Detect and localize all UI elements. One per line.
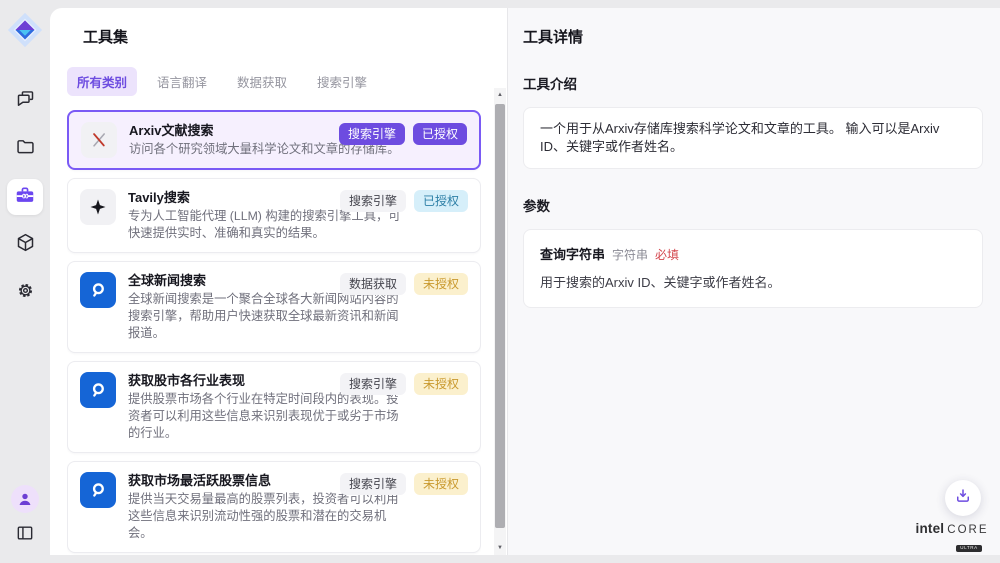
tab-3[interactable]: 搜索引擎 xyxy=(307,67,377,96)
star-icon xyxy=(80,189,116,225)
left-rail xyxy=(0,0,50,555)
intro-heading: 工具介绍 xyxy=(523,73,982,93)
rail-item-settings[interactable] xyxy=(7,275,43,311)
param-required-badge: 必填 xyxy=(655,246,679,263)
tool-card[interactable]: Arxiv文献搜索 访问各个研究领域大量科学论文和文章的存储库。 搜索引擎 已授… xyxy=(67,110,481,170)
blueq-icon xyxy=(80,372,116,408)
scroll-down-button[interactable]: ▼ xyxy=(494,541,506,555)
category-badge: 搜索引擎 xyxy=(340,373,406,395)
tab-0[interactable]: 所有类别 xyxy=(67,67,137,96)
category-badge: 数据获取 xyxy=(340,273,406,295)
tool-card[interactable]: 获取市场最活跃股票信息 提供当天交易量最高的股票列表，投资者可以利用这些信息来识… xyxy=(67,461,481,553)
rail-item-toolbox[interactable] xyxy=(7,179,43,215)
auth-status-badge: 已授权 xyxy=(413,123,467,145)
tool-badges: 搜索引擎 未授权 xyxy=(340,373,468,395)
tool-list-pane: 工具集 所有类别语言翻译数据获取搜索引擎 Arxiv文献搜索 访问各个研究领域大… xyxy=(67,8,481,555)
tab-1[interactable]: 语言翻译 xyxy=(147,67,217,96)
category-badge: 搜索引擎 xyxy=(340,190,406,212)
category-tabs: 所有类别语言翻译数据获取搜索引擎 xyxy=(67,67,481,96)
intro-text: 一个用于从Arxiv存储库搜索科学论文和文章的工具。 输入可以是Arxiv ID… xyxy=(523,107,983,169)
blueq-icon xyxy=(80,272,116,308)
tool-badges: 搜索引擎 未授权 xyxy=(340,473,468,495)
cube-icon xyxy=(15,232,36,258)
list-scrollbar[interactable]: ▲ ▼ xyxy=(494,88,506,555)
app-logo-icon xyxy=(6,11,44,49)
rail-item-panel-toggle[interactable] xyxy=(15,523,35,543)
category-badge: 搜索引擎 xyxy=(340,473,406,495)
param-type: 字符串 xyxy=(612,246,648,263)
download-button[interactable] xyxy=(945,480,981,516)
download-icon xyxy=(954,487,972,510)
detail-title: 工具详情 xyxy=(523,26,982,47)
auth-status-badge: 已授权 xyxy=(414,190,468,212)
app-window: 工具集 所有类别语言翻译数据获取搜索引擎 Arxiv文献搜索 访问各个研究领域大… xyxy=(0,0,1000,563)
blueq-icon xyxy=(80,472,116,508)
rail-item-cube[interactable] xyxy=(7,227,43,263)
toolbox-icon xyxy=(14,184,36,211)
tool-card[interactable]: Tavily搜索 专为人工智能代理 (LLM) 构建的搜索引擎工具，可快速提供实… xyxy=(67,178,481,253)
tool-description: 专为人工智能代理 (LLM) 构建的搜索引擎工具，可快速提供实时、准确和真实的结… xyxy=(128,208,406,242)
panel-toggle-icon xyxy=(15,523,35,543)
tool-badges: 搜索引擎 已授权 xyxy=(339,123,467,145)
scroll-up-button[interactable]: ▲ xyxy=(494,88,506,102)
tool-badges: 数据获取 未授权 xyxy=(340,273,468,295)
rail-nav xyxy=(7,83,43,311)
rail-item-chat[interactable] xyxy=(7,83,43,119)
tool-card-list: Arxiv文献搜索 访问各个研究领域大量科学论文和文章的存储库。 搜索引擎 已授… xyxy=(67,110,481,555)
tool-card[interactable]: 全球新闻搜索 全球新闻搜索是一个聚合全球各大新闻网站内容的搜索引擎，帮助用户快速… xyxy=(67,261,481,353)
params-heading: 参数 xyxy=(523,195,982,215)
intel-badge: ULTRA xyxy=(956,545,981,553)
auth-status-badge: 未授权 xyxy=(414,273,468,295)
tool-badges: 搜索引擎 已授权 xyxy=(340,190,468,212)
core-wordmark: CORE xyxy=(947,524,988,536)
rail-item-folder[interactable] xyxy=(7,131,43,167)
tool-description: 提供当天交易量最高的股票列表，投资者可以利用这些信息来识别流动性强的股票和潜在的… xyxy=(128,491,406,542)
rail-bottom xyxy=(11,485,39,543)
tool-detail-pane: 工具详情 工具介绍 一个用于从Arxiv存储库搜索科学论文和文章的工具。 输入可… xyxy=(507,8,1000,555)
tab-2[interactable]: 数据获取 xyxy=(227,67,297,96)
tool-card[interactable]: 获取股市各行业表现 提供股票市场各个行业在特定时间段内的表现。投资者可以利用这些… xyxy=(67,361,481,453)
main-panel: 工具集 所有类别语言翻译数据获取搜索引擎 Arxiv文献搜索 访问各个研究领域大… xyxy=(50,8,1000,555)
param-name: 查询字符串 xyxy=(540,244,605,263)
category-badge: 搜索引擎 xyxy=(339,123,405,145)
page-title: 工具集 xyxy=(83,26,481,47)
folder-icon xyxy=(15,136,36,162)
param-desc: 用于搜索的Arxiv ID、关键字或作者姓名。 xyxy=(540,272,966,291)
auth-status-badge: 未授权 xyxy=(414,373,468,395)
chat-icon xyxy=(15,88,36,114)
tool-description: 全球新闻搜索是一个聚合全球各大新闻网站内容的搜索引擎，帮助用户快速获取全球最新资… xyxy=(128,291,406,342)
auth-status-badge: 未授权 xyxy=(414,473,468,495)
param-card: 查询字符串 字符串 必填 用于搜索的Arxiv ID、关键字或作者姓名。 xyxy=(523,229,983,308)
scrollbar-thumb[interactable] xyxy=(495,104,505,528)
intel-wordmark: intel xyxy=(916,521,945,536)
rail-item-avatar[interactable] xyxy=(11,485,39,513)
avatar-icon xyxy=(16,490,34,508)
arxiv-icon xyxy=(81,122,117,158)
intel-core-logo: intel CORE ULTRA xyxy=(917,521,987,554)
tool-description: 提供股票市场各个行业在特定时间段内的表现。投资者可以利用这些信息来识别表现优于或… xyxy=(128,391,406,442)
settings-icon xyxy=(15,280,36,306)
